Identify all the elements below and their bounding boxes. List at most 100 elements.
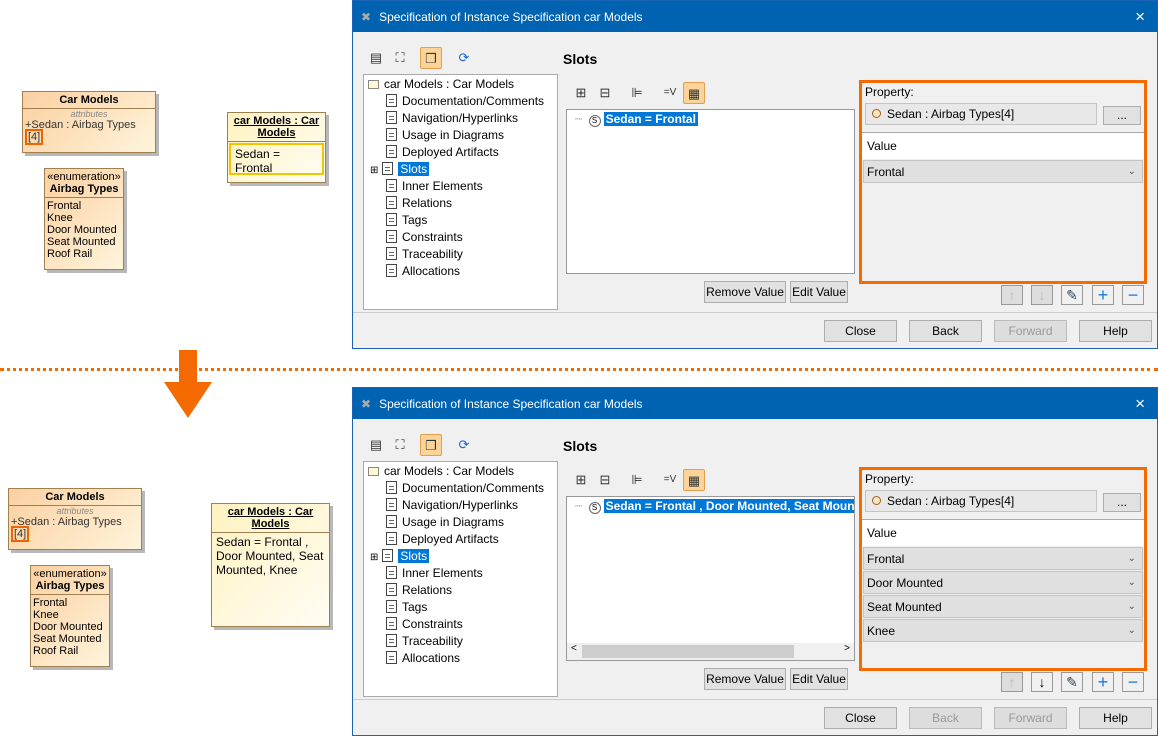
slot-row[interactable]: ┈ S Sedan = Frontal , Door Mounted, Seat … (567, 497, 854, 517)
property-value: Sedan : Airbag Types[4] (887, 494, 1015, 508)
grid-icon[interactable]: ▦ (683, 469, 705, 491)
tree-root[interactable]: car Models : Car Models (364, 463, 557, 480)
tree-item[interactable]: Allocations (364, 650, 557, 667)
tree-item[interactable]: Traceability (364, 246, 557, 263)
tree-item[interactable]: Allocations (364, 263, 557, 280)
tree-item[interactable]: Inner Elements (364, 565, 557, 582)
enum-airbag-types[interactable]: «enumeration» Airbag Types Frontal Knee Do… (30, 565, 110, 667)
tree-item-label: Usage in Diagrams (402, 128, 505, 142)
tree-item[interactable]: Documentation/Comments (364, 93, 557, 110)
property-field: Sedan : Airbag Types[4] (865, 490, 1097, 512)
tree-item[interactable]: Tags (364, 599, 557, 616)
stereotype: «enumeration» (33, 568, 107, 580)
edit-icon[interactable]: ✎ (1061, 285, 1083, 305)
category-tree[interactable]: car Models : Car Models Documentation/Com… (363, 461, 558, 697)
refresh-icon[interactable]: ⟳ (453, 47, 475, 69)
slot-list[interactable]: ┈ S Sedan = Frontal (566, 109, 855, 274)
close-icon[interactable]: × (1135, 394, 1145, 414)
class-car-models[interactable]: Car Models attributes +Sedan : Airbag Ty… (8, 488, 142, 550)
compartment-icon[interactable]: ❐ (420, 434, 442, 456)
move-down-button: ↓ (1031, 285, 1053, 305)
edit-icon[interactable]: ✎ (1061, 672, 1083, 692)
close-icon[interactable]: × (1135, 7, 1145, 27)
tree-item[interactable]: ⊞ Slots (364, 161, 557, 178)
grid-icon[interactable]: ▦ (683, 82, 705, 104)
table-view-icon[interactable]: ▤ (365, 47, 387, 69)
value-dropdown[interactable]: Seat Mounted ⌄ (863, 595, 1143, 618)
slot-icon: S (588, 115, 601, 127)
horizontal-scrollbar[interactable]: < > (567, 643, 854, 660)
value-header: Value (862, 520, 1144, 546)
refresh-icon[interactable]: ⟳ (453, 434, 475, 456)
tree-view-icon[interactable]: ⛶ (389, 47, 411, 69)
tree-item[interactable]: Deployed Artifacts (364, 144, 557, 161)
expand-icon[interactable]: ⊞ (570, 82, 592, 104)
tree-item[interactable]: ⊞ Slots (364, 548, 557, 565)
value-dropdown[interactable]: Knee ⌄ (863, 619, 1143, 642)
help-button[interactable]: Help (1079, 320, 1152, 342)
tree-item-label: Constraints (402, 230, 463, 244)
add-icon[interactable]: + (1092, 285, 1114, 305)
move-down-button[interactable]: ↓ (1031, 672, 1053, 692)
tree-item-label: Deployed Artifacts (402, 145, 499, 159)
browse-button[interactable]: ... (1103, 493, 1141, 512)
table-view-icon[interactable]: ▤ (365, 434, 387, 456)
tree-item[interactable]: Deployed Artifacts (364, 531, 557, 548)
remove-value-button[interactable]: Remove Value (704, 281, 786, 303)
tree-item[interactable]: Navigation/Hyperlinks (364, 497, 557, 514)
tree-item-label: Tags (402, 213, 428, 227)
tree-root[interactable]: car Models : Car Models (364, 76, 557, 93)
browse-button[interactable]: ... (1103, 106, 1141, 125)
tree-view-icon[interactable]: ⛶ (389, 434, 411, 456)
value-dropdown[interactable]: Frontal ⌄ (863, 547, 1143, 570)
tree-item[interactable]: Traceability (364, 633, 557, 650)
slot-list[interactable]: ┈ S Sedan = Frontal , Door Mounted, Seat … (566, 496, 855, 661)
hierarchy-icon[interactable]: ⊫ (626, 469, 648, 491)
remove-icon[interactable]: − (1122, 672, 1144, 692)
hierarchy-icon[interactable]: ⊫ (626, 82, 648, 104)
tree-item[interactable]: Tags (364, 212, 557, 229)
edit-value-button[interactable]: Edit Value (790, 668, 848, 690)
show-values-icon[interactable]: =V (659, 469, 681, 491)
remove-icon[interactable]: − (1122, 285, 1144, 305)
instance-car-models[interactable]: car Models : Car Models Sedan = Frontal … (211, 503, 330, 627)
tree-item[interactable]: Navigation/Hyperlinks (364, 110, 557, 127)
add-icon[interactable]: + (1092, 672, 1114, 692)
value-dropdown[interactable]: Door Mounted ⌄ (863, 571, 1143, 594)
show-values-icon[interactable]: =V (659, 82, 681, 104)
tree-item[interactable]: Inner Elements (364, 178, 557, 195)
category-tree[interactable]: car Models : Car Models Documentation/Com… (363, 74, 558, 310)
tree-item-label: Documentation/Comments (402, 94, 545, 108)
tree-item[interactable]: Documentation/Comments (364, 480, 557, 497)
tree-item[interactable]: Relations (364, 195, 557, 212)
page-icon (386, 213, 397, 226)
chevron-down-icon: ⌄ (1127, 577, 1136, 588)
class-car-models[interactable]: Car Models attributes +Sedan : Airbag Ty… (22, 91, 156, 153)
tree-item[interactable]: Constraints (364, 229, 557, 246)
enum-literal: Seat Mounted (33, 633, 102, 645)
slot-row[interactable]: ┈ S Sedan = Frontal (567, 110, 854, 130)
title-bar: ✖ Specification of Instance Specification… (353, 1, 1157, 32)
collapse-icon[interactable]: ⊟ (594, 82, 616, 104)
tree-item[interactable]: Relations (364, 582, 557, 599)
expand-icon[interactable]: ⊞ (570, 469, 592, 491)
enum-literal: Frontal (33, 597, 68, 609)
close-button[interactable]: Close (824, 320, 897, 342)
value-dropdown[interactable]: Frontal ⌄ (863, 160, 1143, 183)
help-button[interactable]: Help (1079, 707, 1152, 729)
instance-car-models[interactable]: car Models : Car Models Sedan = Frontal (227, 112, 326, 183)
specification-dialog: ✖ Specification of Instance Specification… (352, 0, 1158, 349)
value-text: Frontal (867, 552, 905, 566)
collapse-icon[interactable]: ⊟ (594, 469, 616, 491)
compartment-icon[interactable]: ❐ (420, 47, 442, 69)
enum-name: Airbag Types (31, 580, 109, 595)
tree-item[interactable]: Constraints (364, 616, 557, 633)
back-button[interactable]: Back (909, 320, 982, 342)
tree-item[interactable]: Usage in Diagrams (364, 514, 557, 531)
edit-value-button[interactable]: Edit Value (790, 281, 848, 303)
page-icon (386, 111, 397, 124)
remove-value-button[interactable]: Remove Value (704, 668, 786, 690)
close-button[interactable]: Close (824, 707, 897, 729)
tree-item[interactable]: Usage in Diagrams (364, 127, 557, 144)
enum-airbag-types[interactable]: «enumeration» Airbag Types Frontal Knee Do… (44, 168, 124, 270)
